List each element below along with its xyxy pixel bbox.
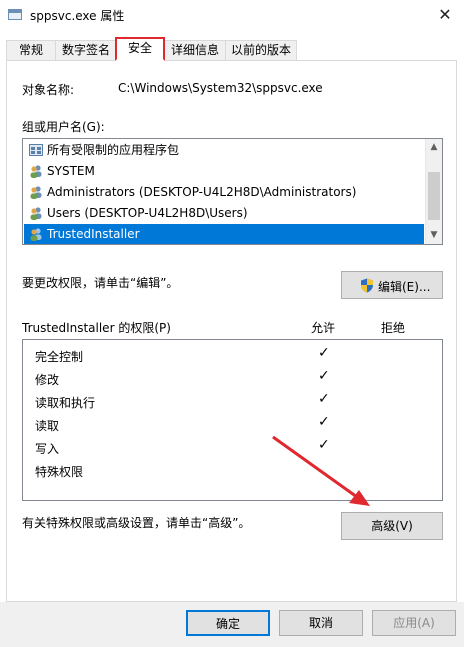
title-bar: sppsvc.exe 属性 ✕ bbox=[0, 0, 464, 32]
allow-header: 允许 bbox=[311, 321, 336, 335]
allow-check-icon: ✓ bbox=[318, 437, 330, 453]
advanced-hint: 有关特殊权限或高级设置，请单击“高级”。 bbox=[22, 516, 251, 530]
groups-label: 组或用户名(G): bbox=[22, 120, 105, 134]
list-item-selected[interactable]: TrustedInstaller bbox=[24, 224, 424, 244]
group-name: Users (DESKTOP-U4L2H8D\Users) bbox=[47, 206, 248, 220]
group-name: SYSTEM bbox=[47, 164, 95, 178]
tab-general[interactable]: 常规 bbox=[6, 40, 56, 61]
scroll-up-icon[interactable]: ▲ bbox=[426, 139, 442, 156]
app-package-icon bbox=[29, 144, 43, 156]
group-name: TrustedInstaller bbox=[47, 227, 140, 241]
permission-name: 读取和执行 bbox=[35, 396, 96, 410]
object-name-value: C:\Windows\System32\sppsvc.exe bbox=[118, 81, 323, 95]
allow-check-icon: ✓ bbox=[318, 414, 330, 430]
list-item[interactable]: Administrators (DESKTOP-U4L2H8D\Administ… bbox=[24, 182, 424, 203]
window-icon bbox=[8, 9, 22, 20]
apply-button[interactable]: 应用(A) bbox=[372, 610, 456, 636]
list-item[interactable]: SYSTEM bbox=[24, 161, 424, 182]
window-title: sppsvc.exe 属性 bbox=[30, 9, 125, 23]
list-item[interactable]: Users (DESKTOP-U4L2H8D\Users) bbox=[24, 203, 424, 224]
permission-name: 修改 bbox=[35, 373, 60, 387]
users-icon bbox=[30, 207, 42, 220]
tab-details[interactable]: 详细信息 bbox=[164, 40, 226, 61]
ok-button[interactable]: 确定 bbox=[186, 610, 270, 636]
groups-listbox[interactable]: 所有受限制的应用程序包 SYSTEM Administrators (DESKT… bbox=[22, 138, 443, 245]
allow-check-icon: ✓ bbox=[318, 391, 330, 407]
group-name: 所有受限制的应用程序包 bbox=[47, 143, 180, 157]
tab-divider bbox=[6, 60, 456, 61]
close-icon[interactable]: ✕ bbox=[434, 3, 456, 27]
allow-check-icon: ✓ bbox=[318, 368, 330, 384]
permission-name: 写入 bbox=[35, 442, 60, 456]
cancel-button[interactable]: 取消 bbox=[279, 610, 363, 636]
scroll-thumb[interactable] bbox=[428, 172, 440, 220]
scroll-down-icon[interactable]: ▼ bbox=[426, 227, 442, 244]
list-item[interactable]: 所有受限制的应用程序包 bbox=[24, 140, 424, 161]
users-icon bbox=[30, 186, 42, 199]
permission-name: 读取 bbox=[35, 419, 60, 433]
advanced-button[interactable]: 高级(V) bbox=[341, 512, 443, 540]
tab-security[interactable]: 安全 bbox=[115, 37, 165, 61]
tab-digital-signatures[interactable]: 数字签名 bbox=[55, 40, 117, 61]
users-icon bbox=[30, 228, 42, 241]
users-icon bbox=[30, 165, 42, 178]
groups-scrollbar[interactable]: ▲ ▼ bbox=[425, 139, 442, 244]
permission-name: 完全控制 bbox=[35, 350, 84, 364]
object-name-label: 对象名称: bbox=[22, 83, 75, 97]
shield-icon bbox=[361, 278, 373, 293]
edit-button-label: 编辑(E)... bbox=[378, 280, 431, 294]
permission-name: 特殊权限 bbox=[35, 465, 84, 479]
edit-button[interactable]: 编辑(E)... bbox=[341, 271, 443, 299]
change-permissions-hint: 要更改权限，请单击“编辑”。 bbox=[22, 276, 179, 290]
permissions-for-label: TrustedInstaller 的权限(P) bbox=[22, 321, 171, 335]
deny-header: 拒绝 bbox=[381, 321, 406, 335]
allow-check-icon: ✓ bbox=[318, 345, 330, 361]
tab-previous-versions[interactable]: 以前的版本 bbox=[225, 40, 297, 61]
permissions-list[interactable]: 完全控制 ✓ 修改 ✓ 读取和执行 ✓ 读取 ✓ 写入 ✓ 特殊权限 bbox=[22, 339, 443, 501]
group-name: Administrators (DESKTOP-U4L2H8D\Administ… bbox=[47, 185, 357, 199]
